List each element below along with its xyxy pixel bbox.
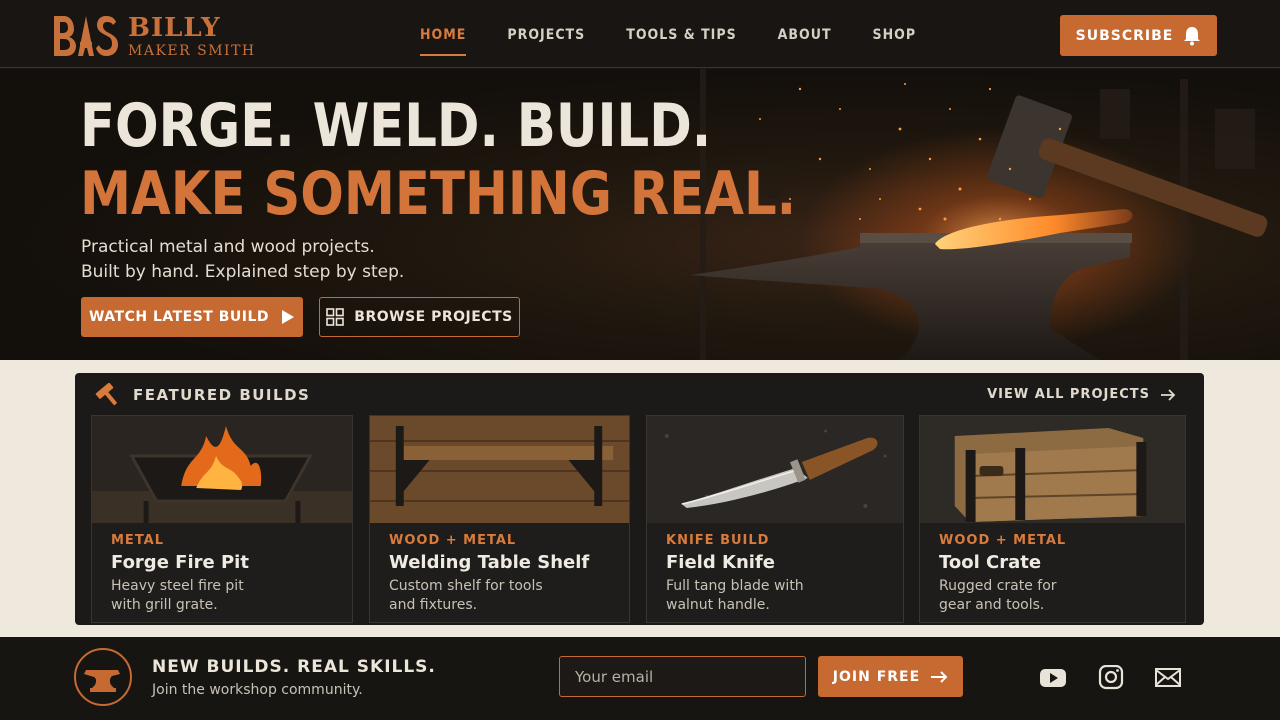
project-card-fire-pit[interactable]: METAL Forge Fire Pit Heavy steel fire pi… <box>91 415 353 623</box>
arrow-right-icon <box>1161 388 1176 401</box>
card-description: Custom shelf for tools and fixtures. <box>389 577 589 615</box>
tool-crate-image <box>920 416 1185 523</box>
mail-icon[interactable] <box>1154 665 1182 691</box>
card-title: Welding Table Shelf <box>389 552 590 573</box>
featured-heading: FEATURED BUILDS <box>95 383 310 407</box>
project-card-welding-shelf[interactable]: WOOD + METAL Welding Table Shelf Custom … <box>369 415 630 623</box>
anvil-icon <box>84 670 120 692</box>
hero-section: FORGE. WELD. BUILD. MAKE SOMETHING REAL.… <box>0 69 1280 360</box>
play-icon <box>282 310 295 324</box>
card-category: WOOD + METAL <box>939 533 1067 548</box>
newsletter-subtitle: Join the workshop community. <box>152 682 363 698</box>
card-description-line-2: walnut handle. <box>666 597 770 613</box>
card-description-line-1: Custom shelf for tools <box>389 578 543 594</box>
hero-headline-accent: MAKE SOMETHING REAL. <box>80 159 797 229</box>
site-header: BILLY MAKER SMITH HOME PROJECTS TOOLS & … <box>0 0 1280 68</box>
anvil-badge <box>74 648 132 706</box>
card-category: METAL <box>111 533 165 548</box>
brand-logo[interactable]: BILLY MAKER SMITH <box>52 12 256 60</box>
subscribe-label: SUBSCRIBE <box>1075 27 1174 44</box>
hero-tagline-line-1: Practical metal and wood projects. <box>81 237 375 257</box>
card-category: WOOD + METAL <box>389 533 517 548</box>
welding-shelf-image <box>370 416 629 523</box>
browse-projects-button[interactable]: BROWSE PROJECTS <box>319 297 520 337</box>
project-card-tool-crate[interactable]: WOOD + METAL Tool Crate Rugged crate for… <box>919 415 1186 623</box>
card-description-line-1: Full tang blade with <box>666 578 804 594</box>
brand-name: BILLY <box>128 12 221 43</box>
nav-home[interactable]: HOME <box>404 0 482 68</box>
nav-projects[interactable]: PROJECTS <box>491 0 601 68</box>
view-all-projects-link[interactable]: VIEW ALL PROJECTS <box>987 387 1176 402</box>
fire-pit-image <box>92 416 352 523</box>
instagram-icon[interactable] <box>1097 665 1125 691</box>
hammer-icon <box>95 383 117 406</box>
browse-projects-label: BROWSE PROJECTS <box>354 309 513 325</box>
nav-tools-tips[interactable]: TOOLS & TIPS <box>610 0 752 68</box>
join-free-label: JOIN FREE <box>832 668 921 685</box>
join-free-button[interactable]: JOIN FREE <box>818 656 963 697</box>
card-category: KNIFE BUILD <box>666 533 770 548</box>
hero-tagline-line-2: Built by hand. Explained step by step. <box>81 262 405 282</box>
watch-latest-build-label: WATCH LATEST BUILD <box>88 309 270 325</box>
newsletter-title: NEW BUILDS. REAL SKILLS. <box>152 657 436 677</box>
nav-shop[interactable]: SHOP <box>857 0 933 68</box>
view-all-label: VIEW ALL PROJECTS <box>987 387 1150 402</box>
card-description-line-2: with grill grate. <box>111 597 218 613</box>
card-description: Full tang blade with walnut handle. <box>666 577 866 615</box>
card-description-line-2: and fixtures. <box>389 597 478 613</box>
card-description-line-1: Heavy steel fire pit <box>111 578 244 594</box>
featured-builds-panel: FEATURED BUILDS VIEW ALL PROJECTS METAL … <box>75 373 1204 625</box>
nav-about[interactable]: ABOUT <box>762 0 848 68</box>
email-input[interactable] <box>559 656 806 697</box>
card-description-line-2: gear and tools. <box>939 597 1045 613</box>
arrow-right-icon <box>931 670 948 683</box>
card-description: Heavy steel fire pit with grill grate. <box>111 577 311 615</box>
card-description: Rugged crate for gear and tools. <box>939 577 1139 615</box>
hero-tagline: Practical metal and wood projects. Built… <box>81 235 481 285</box>
grid-icon <box>326 308 345 326</box>
brand-subtitle: MAKER SMITH <box>128 42 256 59</box>
card-title: Field Knife <box>666 552 775 573</box>
main-nav: HOME PROJECTS TOOLS & TIPS ABOUT SHOP <box>404 0 941 68</box>
card-title: Forge Fire Pit <box>111 552 249 573</box>
youtube-icon[interactable] <box>1039 665 1067 691</box>
card-title: Tool Crate <box>939 552 1042 573</box>
bas-logo-icon <box>54 16 118 56</box>
subscribe-button[interactable]: SUBSCRIBE <box>1060 15 1217 56</box>
watch-latest-build-button[interactable]: WATCH LATEST BUILD <box>81 297 303 337</box>
card-description-line-1: Rugged crate for <box>939 578 1057 594</box>
bell-icon <box>1184 26 1201 45</box>
field-knife-image <box>647 416 903 523</box>
hero-headline-primary: FORGE. WELD. BUILD. <box>80 91 712 161</box>
project-card-field-knife[interactable]: KNIFE BUILD Field Knife Full tang blade … <box>646 415 904 623</box>
newsletter-footer: NEW BUILDS. REAL SKILLS. Join the worksh… <box>0 637 1280 720</box>
featured-title: FEATURED BUILDS <box>133 386 311 404</box>
